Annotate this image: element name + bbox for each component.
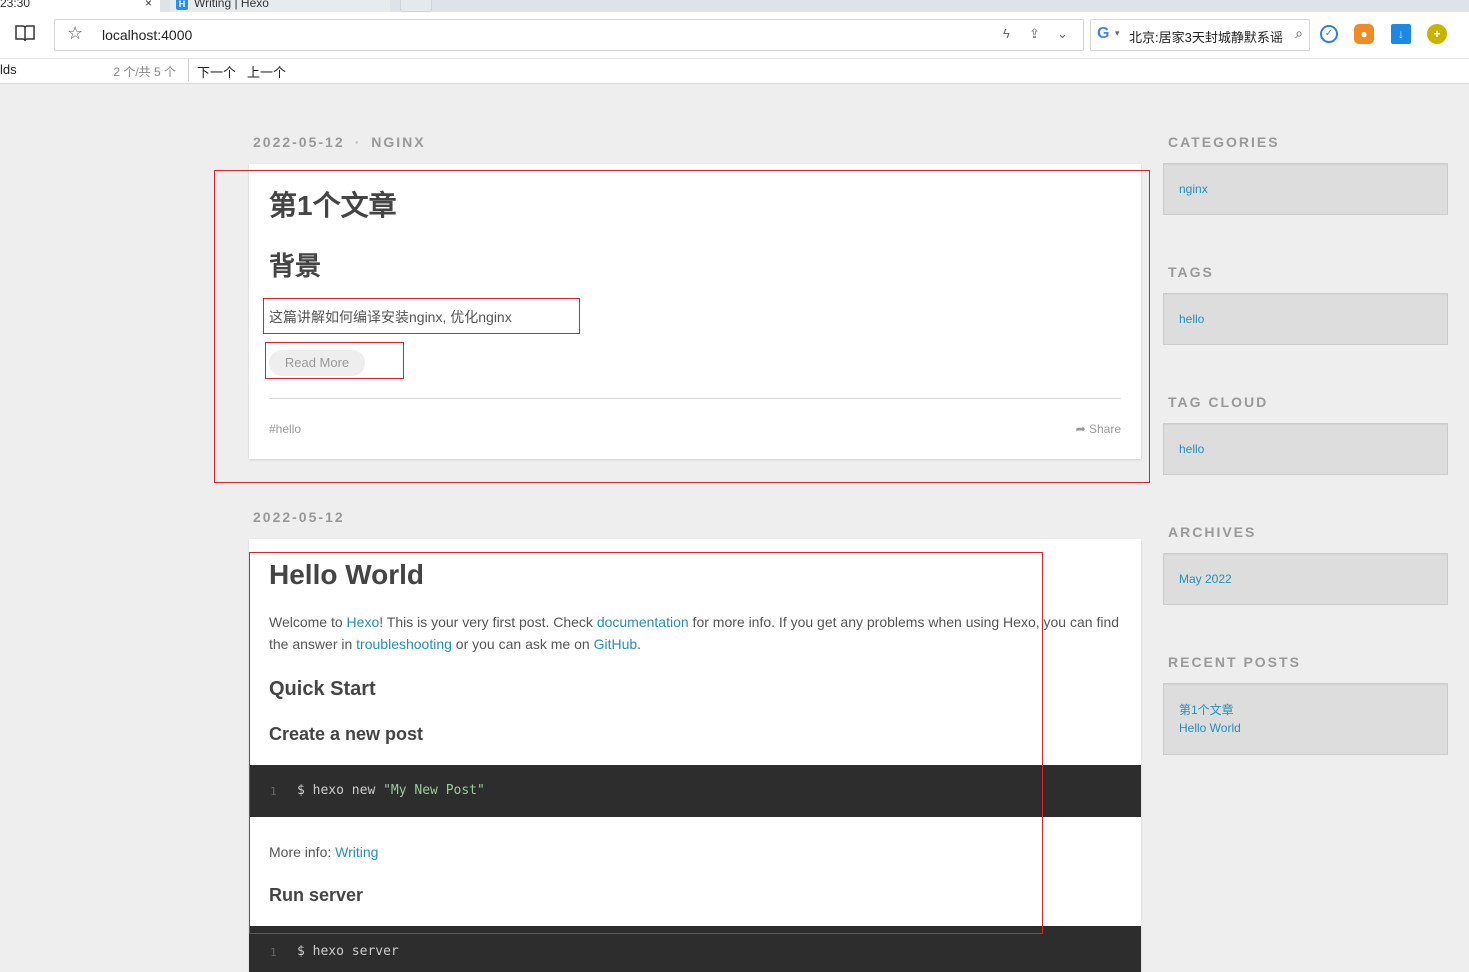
post-meta: 2022-05-12	[253, 509, 345, 525]
search-icon[interactable]: ⌕	[1295, 25, 1303, 42]
post-card: Hello World Welcome to Hexo! This is you…	[249, 539, 1141, 972]
code-line: $ hexo new "My New Post"	[297, 783, 485, 798]
line-number: 1	[270, 946, 277, 959]
post-excerpt: 这篇讲解如何编译安装nginx, 优化nginx	[269, 309, 512, 325]
find-count: 2 个/共 5 个	[113, 65, 176, 79]
widget-tag-cloud: hello	[1163, 423, 1448, 475]
speed-dial-icon[interactable]: ✓	[1320, 25, 1338, 43]
code-string: "My New Post"	[383, 783, 485, 798]
flash-icon[interactable]: ϟ	[1003, 26, 1010, 41]
find-input[interactable]: lds 2 个/共 5 个	[0, 59, 189, 81]
game-icon[interactable]: ●	[1354, 24, 1374, 44]
recent-post-link[interactable]: 第1个文章	[1179, 701, 1234, 718]
widget-archives: May 2022	[1163, 553, 1448, 605]
intro-text: .	[637, 636, 642, 652]
more-info: More info: Writing	[269, 841, 378, 863]
engine-dropdown-icon[interactable]: ▾	[1115, 28, 1120, 39]
widget-title-recent-posts: RECENT POSTS	[1168, 654, 1301, 670]
widget-title-tag-cloud: TAG CLOUD	[1168, 394, 1269, 410]
share-button[interactable]: ➦ Share	[1076, 422, 1121, 436]
download-icon[interactable]: ↓	[1391, 24, 1411, 44]
post-title[interactable]: Hello World	[269, 559, 424, 591]
share-arrow-icon: ➦	[1075, 422, 1086, 436]
line-number: 1	[270, 785, 277, 798]
tag-link[interactable]: hello	[1179, 312, 1204, 326]
widget-recent-posts: 第1个文章 Hello World	[1163, 683, 1448, 755]
find-bar: lds 2 个/共 5 个 下一个 上一个	[0, 59, 1469, 84]
search-input[interactable]: 北京:居家3天封城静默系谣	[1129, 27, 1285, 46]
post-category[interactable]: NGINX	[371, 134, 425, 150]
intro-text: Welcome to	[269, 614, 347, 630]
documentation-link[interactable]: documentation	[597, 614, 689, 630]
browser-toolbar: ☆ localhost:4000 ϟ ⇪ ⌄ G ▾ 北京:居家3天封城静默系谣…	[0, 12, 1469, 59]
find-next-button[interactable]: 下一个	[197, 62, 236, 81]
meta-separator: ·	[354, 134, 362, 150]
read-more-button[interactable]: Read More	[269, 350, 365, 376]
hexo-favicon-icon: H	[176, 0, 188, 10]
widget-title-archives: ARCHIVES	[1168, 524, 1257, 540]
widget-tags: hello	[1163, 293, 1448, 345]
post-intro: Welcome to Hexo! This is your very first…	[269, 611, 1124, 655]
tab-active-label: 23:30	[0, 0, 31, 10]
heading-run-server: Run server	[269, 885, 364, 905]
find-prev-button[interactable]: 上一个	[247, 62, 286, 81]
tab-active[interactable]: 23:30 ×	[0, 0, 160, 12]
post-heading: 背景	[269, 251, 322, 281]
post-date[interactable]: 2022-05-12	[253, 509, 345, 525]
more-info-text: More info:	[269, 844, 336, 860]
widget-title-categories: CATEGORIES	[1168, 134, 1280, 150]
intro-text: ! This is your very first post. Check	[379, 614, 597, 630]
code-command: $ hexo new	[297, 783, 384, 798]
tab-close-icon[interactable]: ×	[145, 0, 152, 12]
tab-bar: 23:30 × H Writing | Hexo	[0, 0, 1469, 12]
reader-icon[interactable]	[14, 24, 36, 46]
intro-text: or you can ask me on	[451, 636, 594, 652]
divider	[269, 398, 1121, 399]
category-link[interactable]: nginx	[1179, 182, 1208, 196]
widget-categories: nginx	[1163, 163, 1448, 215]
url-text[interactable]: localhost:4000	[102, 27, 192, 43]
hexo-link[interactable]: Hexo	[347, 614, 380, 630]
new-tab-button[interactable]	[400, 0, 432, 12]
google-icon[interactable]: G	[1097, 25, 1109, 43]
tab-label: Writing | Hexo	[194, 0, 269, 10]
heading-create-post: Create a new post	[269, 724, 424, 744]
share-icon[interactable]: ⇪	[1029, 26, 1040, 42]
plus-extension-icon[interactable]: +	[1427, 24, 1447, 44]
code-block: 1 $ hexo server	[249, 926, 1141, 972]
post-card: 第1个文章 背景 这篇讲解如何编译安装nginx, 优化nginx Read M…	[249, 164, 1141, 459]
post-meta: 2022-05-12 · NGINX	[253, 134, 426, 150]
address-bar[interactable]: ☆ localhost:4000 ϟ ⇪ ⌄	[54, 19, 1084, 51]
find-query[interactable]: lds	[0, 62, 17, 77]
share-label: Share	[1088, 422, 1121, 436]
post-tag[interactable]: #hello	[269, 422, 301, 436]
tab-writing-hexo[interactable]: H Writing | Hexo	[170, 0, 390, 12]
code-line: $ hexo server	[297, 944, 399, 959]
archive-link[interactable]: May 2022	[1179, 572, 1232, 586]
star-icon[interactable]: ☆	[67, 23, 83, 44]
post-title[interactable]: 第1个文章	[269, 184, 397, 224]
writing-link[interactable]: Writing	[335, 844, 378, 860]
github-link[interactable]: GitHub	[594, 636, 638, 652]
post-date[interactable]: 2022-05-12	[253, 134, 345, 150]
chevron-down-icon[interactable]: ⌄	[1057, 26, 1068, 42]
tag-cloud-link[interactable]: hello	[1179, 442, 1204, 456]
widget-title-tags: TAGS	[1168, 264, 1214, 280]
heading-quick-start: Quick Start	[269, 678, 376, 700]
code-block: 1 $ hexo new "My New Post"	[249, 765, 1141, 817]
recent-post-link[interactable]: Hello World	[1179, 721, 1241, 735]
search-box[interactable]: G ▾ 北京:居家3天封城静默系谣 ⌕	[1090, 19, 1310, 51]
troubleshooting-link[interactable]: troubleshooting	[356, 636, 452, 652]
